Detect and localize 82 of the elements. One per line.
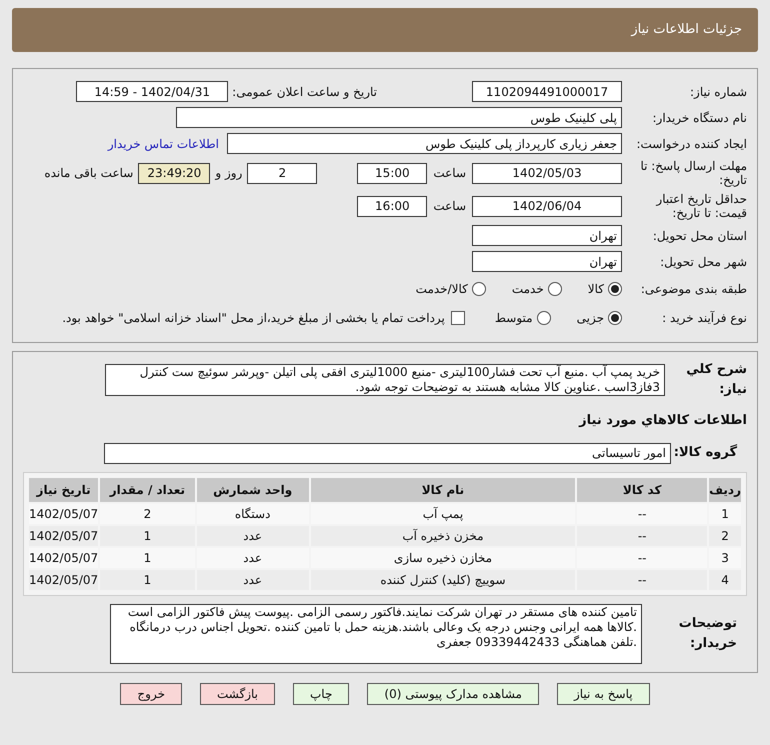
field-label: روز و xyxy=(215,165,242,182)
field-label: ساعت باقی مانده xyxy=(44,165,134,182)
table-cell: مخازن ذخیره سازی xyxy=(310,548,576,568)
table-cell: 1 xyxy=(100,570,195,590)
field-label: متوسط xyxy=(494,310,533,327)
text-field[interactable]: 1402/04/31 - 14:59 xyxy=(76,81,228,102)
field-label: ساعت xyxy=(433,165,466,182)
table-cell: 1 xyxy=(100,526,195,546)
text-field[interactable]: 1402/06/04 xyxy=(472,196,622,216)
action-button[interactable]: پاسخ به نیاز xyxy=(556,682,650,704)
table-cell: 1402/05/07 xyxy=(29,548,98,568)
radio-button[interactable] xyxy=(608,282,622,296)
radio-button[interactable] xyxy=(536,311,551,325)
field-label: نوع فرآیند خرید : xyxy=(661,310,747,327)
section-heading: اطلاعات کالاهاي مورد نیاز xyxy=(578,412,747,430)
field-label: ایجاد کننده درخواست: xyxy=(635,136,747,152)
column-header: تعداد / مقدار xyxy=(100,478,195,502)
text-field[interactable]: پلی کلینیک طوس xyxy=(176,107,622,128)
column-header: تاریخ نیاز xyxy=(29,478,98,502)
field-label: کالا xyxy=(588,281,604,298)
checkbox[interactable] xyxy=(450,311,465,325)
table-cell: 1402/05/07 xyxy=(29,504,98,524)
text-field[interactable]: 23:49:20 xyxy=(138,162,210,184)
table-cell: مخزن ذخیره آب xyxy=(310,526,576,546)
table-cell: 4 xyxy=(709,570,741,590)
table-cell: 2 xyxy=(100,504,195,524)
field-label: شماره نیاز: xyxy=(689,84,747,100)
radio-button[interactable] xyxy=(548,282,562,296)
field-label: ساعت xyxy=(433,198,466,215)
buyer-notes-box: تامین کننده های مستقر در تهران شرکت نمایند.فاکتور رسمی الزامی .پیوست پیش فاکتور الزامی است .کالاها همه ایرانی وجنس درجه یک وعالی باشند.هزینه حمل با تامین کننده .تحویل اجناس درب درمانگاه .تلفن هماهنگی 09339442433 جعفری xyxy=(110,604,642,664)
field-label: کالا/خدمت xyxy=(416,281,468,298)
table-cell: 1402/05/07 xyxy=(29,526,98,546)
text-field[interactable]: تهران xyxy=(472,225,622,246)
table-cell: 1 xyxy=(100,548,195,568)
text-field[interactable]: تهران xyxy=(472,251,622,272)
column-header: واحد شمارش xyxy=(196,478,309,502)
table-cell: 3 xyxy=(709,548,741,568)
field-label: مهلت ارسال پاسخ: تا تاریخ: xyxy=(639,159,747,187)
column-header: ردیف xyxy=(709,478,741,502)
text-field[interactable]: 1102094491000017 xyxy=(472,81,622,102)
field-label: طبقه بندی موضوعی: xyxy=(640,281,747,298)
field-label: تاریخ و ساعت اعلان عمومی: xyxy=(232,84,377,100)
column-header: نام کالا xyxy=(310,478,576,502)
buyer-contact-link[interactable]: اطلاعات تماس خریدار xyxy=(108,134,219,152)
table-cell: عدد xyxy=(196,548,309,568)
table-cell: 1 xyxy=(709,504,741,524)
table-cell: -- xyxy=(577,548,708,568)
text-field[interactable]: 1402/05/03 xyxy=(472,162,622,184)
table-cell: 2 xyxy=(709,526,741,546)
column-header: کد کالا xyxy=(577,478,708,502)
text-field[interactable]: 16:00 xyxy=(357,196,428,216)
action-button[interactable]: خروج xyxy=(120,682,182,704)
table-cell: -- xyxy=(577,526,708,546)
text-field[interactable]: جعفر زیاری کارپرداز پلی کلینیک طوس xyxy=(227,133,622,154)
field-label: جزیی xyxy=(576,310,604,327)
field-label: گروه کالا: xyxy=(672,443,737,462)
description-box: خرید پمپ آب .منبع آب تحت فشار100لیتری -منبع 1000لیتری افقی پلی اتیلن -وپرشر سوئیچ ست کنترل 3فاز3اسب .عناوین کالا مشابه هستند به توضیحات توجه شود. xyxy=(105,364,665,396)
action-button[interactable]: مشاهده مدارک پیوستی (0) xyxy=(367,682,539,704)
text-field[interactable]: امور تاسیساتی xyxy=(104,442,671,464)
table-cell: دستگاه xyxy=(196,504,309,524)
action-button[interactable]: چاپ xyxy=(293,682,350,704)
table-cell: سوییچ (کلید) کنترل کننده xyxy=(310,570,576,590)
field-label: شرح کلي نیاز: xyxy=(685,361,747,398)
text-field[interactable]: 15:00 xyxy=(357,162,428,184)
field-label: توضیحات خریدار: xyxy=(678,615,737,652)
field-label: شهر محل تحویل: xyxy=(659,254,747,270)
text-field[interactable]: 2 xyxy=(247,162,318,184)
page-header: جزئیات اطلاعات نیاز xyxy=(12,8,758,52)
table-cell: -- xyxy=(577,570,708,590)
radio-button[interactable] xyxy=(472,282,486,296)
radio-button[interactable] xyxy=(608,311,622,325)
table-cell: 1402/05/07 xyxy=(29,570,98,590)
table-cell: عدد xyxy=(196,526,309,546)
action-button[interactable]: بازگشت xyxy=(200,682,275,704)
field-label: حداقل تاریخ اعتبار قیمت: تا تاریخ: xyxy=(654,192,747,220)
field-label: استان محل تحویل: xyxy=(652,228,747,244)
field-label: پرداخت تمام یا بخشی از مبلغ خرید،از محل "اسناد خزانه اسلامی" خواهد بود. xyxy=(62,310,445,327)
field-label: خدمت xyxy=(512,281,544,298)
table-cell: عدد xyxy=(196,570,309,590)
table-cell: -- xyxy=(577,504,708,524)
field-label: نام دستگاه خریدار: xyxy=(652,110,747,126)
table-cell: پمپ آب xyxy=(310,504,576,524)
